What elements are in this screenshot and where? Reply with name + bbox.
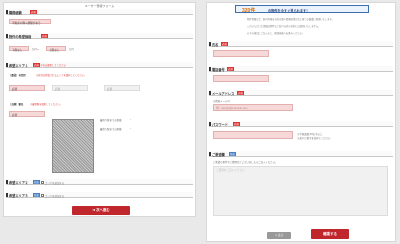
add-area-2-checkbox[interactable] bbox=[41, 180, 44, 184]
back-button[interactable]: ＜ 戻る bbox=[267, 232, 291, 239]
section-name: 氏名 必須 bbox=[209, 41, 393, 47]
name-input[interactable] bbox=[213, 50, 269, 57]
form-title: ユーザー登録フォーム bbox=[84, 4, 115, 8]
price-max-select[interactable]: 上限なし bbox=[46, 46, 66, 52]
section-password: パスワード 必須 bbox=[209, 121, 393, 127]
add-area-3-checkbox[interactable] bbox=[41, 193, 44, 197]
chevron-right-icon: › bbox=[130, 126, 131, 130]
price-min-select[interactable]: 下限なし bbox=[9, 46, 29, 52]
section-occupation: 職務経験 必須 bbox=[6, 9, 193, 15]
password-input[interactable] bbox=[213, 131, 293, 139]
required-badge: 必須 bbox=[221, 42, 228, 47]
optional-badge: 任意 bbox=[33, 193, 40, 198]
required-badge: 必須 bbox=[33, 63, 40, 68]
photo-side-text-1: 最寄り駅までの距離 bbox=[100, 119, 122, 122]
property-count-banner: 320件 の物件を今すぐ見られます！ bbox=[235, 5, 369, 14]
station-label: ［沿線］駅名 bbox=[9, 103, 24, 106]
section-area-3: 希望エリア３ 任意 エリアを追加する bbox=[6, 192, 193, 198]
tel-input[interactable] bbox=[213, 75, 269, 82]
section-area-2: 希望エリア２ 任意 エリアを追加する bbox=[6, 179, 193, 185]
station-select[interactable]: 必須 bbox=[9, 111, 45, 117]
required-badge: 必須 bbox=[41, 34, 48, 39]
next-button[interactable]: ➜ 次へ進む bbox=[72, 206, 130, 215]
occupation-select[interactable]: 不動産の購入経験がある bbox=[9, 19, 51, 25]
intro-text-3: 以下の項目にご記入の上、確認画面へお進みください。 bbox=[247, 33, 305, 35]
optional-badge: 任意 bbox=[33, 180, 40, 185]
confirm-button[interactable]: 確認する bbox=[311, 229, 349, 239]
price-min-unit: 万円〜 bbox=[32, 48, 40, 51]
area-label: ［都道］市区町 bbox=[9, 74, 26, 77]
intro-text-2: 入力いただいた情報は物件のご紹介以外の目的には使用いたしません。 bbox=[247, 26, 321, 28]
email-input[interactable]: 例）sample@example.com bbox=[213, 104, 293, 111]
optional-badge: 任意 bbox=[229, 152, 236, 157]
remarks-textarea[interactable]: ご要望をご記入ください bbox=[213, 166, 388, 216]
section-tel: 電話番号 必須 bbox=[209, 66, 393, 72]
required-badge: 必須 bbox=[237, 91, 244, 96]
remarks-hint: ご希望の条件やご質問などございましたらご記入ください。 bbox=[213, 161, 278, 164]
section-email: メールアドレス 必須 bbox=[209, 90, 393, 96]
area-select-3[interactable]: 必須 bbox=[104, 85, 140, 91]
left-form-panel: ユーザー登録フォーム 職務経験 必須 不動産の購入経験がある 物件の希望価格 必… bbox=[3, 2, 196, 217]
area-select-2[interactable]: 必須 bbox=[52, 85, 88, 91]
photo-side-text-2: 最寄り駅までの距離 bbox=[100, 128, 122, 131]
area-note: ※居住を希望されるエリアを選択してください。 bbox=[36, 75, 87, 77]
right-form-panel: 320件 の物件を今すぐ見られます！ 物件情報など、個人情報は当社の個人情報保護… bbox=[206, 2, 396, 242]
property-count: 320件 bbox=[242, 7, 256, 14]
banner-message: の物件を今すぐ見られます！ bbox=[268, 9, 310, 13]
station-note: ※最寄駅を選択してください。 bbox=[30, 104, 63, 106]
required-badge: 必須 bbox=[30, 10, 37, 15]
price-max-unit: 万円 bbox=[69, 48, 74, 51]
section-price: 物件の希望価格 必須 bbox=[6, 33, 193, 39]
section-area-1: 希望エリア１ 必須 ※申込選択してください bbox=[6, 62, 193, 68]
area-select-1[interactable]: 必須 bbox=[9, 85, 45, 91]
required-badge: 必須 bbox=[233, 122, 240, 127]
area-photo-image bbox=[52, 119, 94, 173]
chevron-right-icon: › bbox=[130, 117, 131, 121]
required-badge: 必須 bbox=[227, 67, 234, 72]
password-hint-2: ※英字と数字を含めてください bbox=[297, 137, 331, 140]
email-hint: ※携帯メール可 bbox=[213, 100, 230, 103]
intro-text-1: 物件情報など、個人情報は当社の個人情報保護方針に基づき厳重に管理いたします。 bbox=[247, 19, 334, 21]
section-remarks: ご要望欄 任意 bbox=[209, 151, 393, 157]
